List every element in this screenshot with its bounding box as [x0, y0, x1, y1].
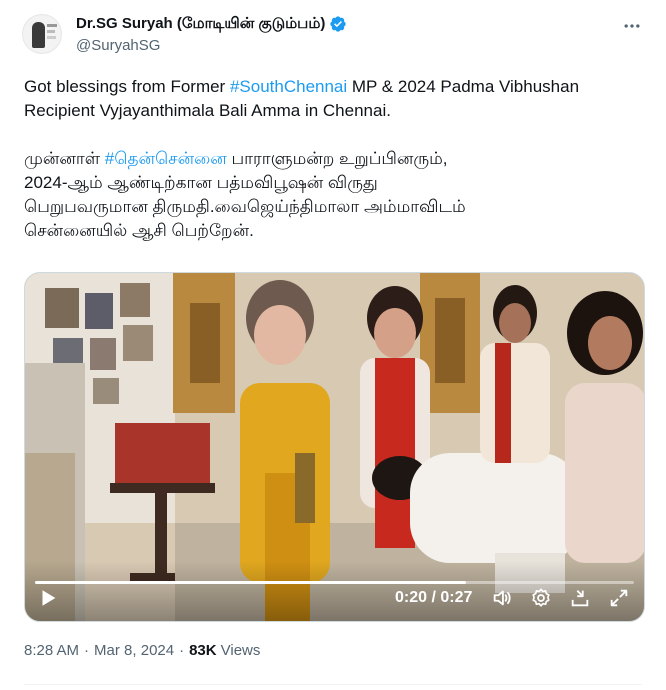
hashtag-link-tamil[interactable]: #தென்சென்னை — [105, 149, 227, 168]
display-name[interactable]: Dr.SG Suryah (மோடியின் குடும்பம்) — [76, 15, 325, 34]
tweet-text: Got blessings from Former #SouthChennai … — [24, 75, 644, 243]
tamil-line-1: முன்னாள் #தென்சென்னை பாராளுமன்ற உறுப்பின… — [24, 149, 448, 168]
tamil-line-3: பெறுபவருமான திருமதி.வைஜெய்ந்திமாலா அம்மா… — [24, 197, 466, 216]
fullscreen-icon[interactable] — [608, 587, 630, 609]
video-controls: 0:20 / 0:27 — [25, 561, 644, 621]
views-count: 83K — [189, 642, 217, 659]
meta-separator: · — [84, 642, 90, 659]
volume-icon[interactable] — [491, 587, 513, 609]
tweet-date[interactable]: Mar 8, 2024 — [94, 642, 174, 659]
settings-icon[interactable] — [530, 587, 552, 609]
video-time: 0:20 / 0:27 — [395, 589, 473, 606]
views-label: Views — [220, 642, 261, 659]
tweet: Dr.SG Suryah (மோடியின் குடும்பம்) @Surya… — [0, 0, 666, 690]
avatar[interactable] — [22, 14, 62, 54]
tweet-time[interactable]: 8:28 AM — [24, 642, 79, 659]
video-player[interactable]: 0:20 / 0:27 — [24, 272, 645, 622]
handle[interactable]: @SuryahSG — [76, 37, 160, 54]
tweet-meta: 8:28 AM · Mar 8, 2024 · 83K Views — [24, 642, 260, 659]
meta-separator: · — [179, 642, 185, 659]
progress-fill — [35, 581, 467, 584]
english-text: Got blessings from Former #SouthChennai … — [24, 77, 580, 120]
progress-bar[interactable] — [35, 581, 634, 584]
hashtag-link[interactable]: #SouthChennai — [230, 77, 347, 96]
author-name-row[interactable]: Dr.SG Suryah (மோடியின் குடும்பம்) — [76, 14, 347, 34]
share-icon[interactable] — [569, 587, 591, 609]
more-icon[interactable] — [622, 16, 642, 36]
tamil-line-2: 2024-ஆம் ஆண்டிற்கான பத்மவிபூஷன் விருது — [24, 173, 378, 192]
divider — [24, 684, 642, 685]
play-icon[interactable] — [37, 587, 59, 609]
tamil-line-4: சென்னையில் ஆசி பெற்றேன். — [24, 221, 254, 240]
verified-badge-icon — [330, 16, 347, 32]
